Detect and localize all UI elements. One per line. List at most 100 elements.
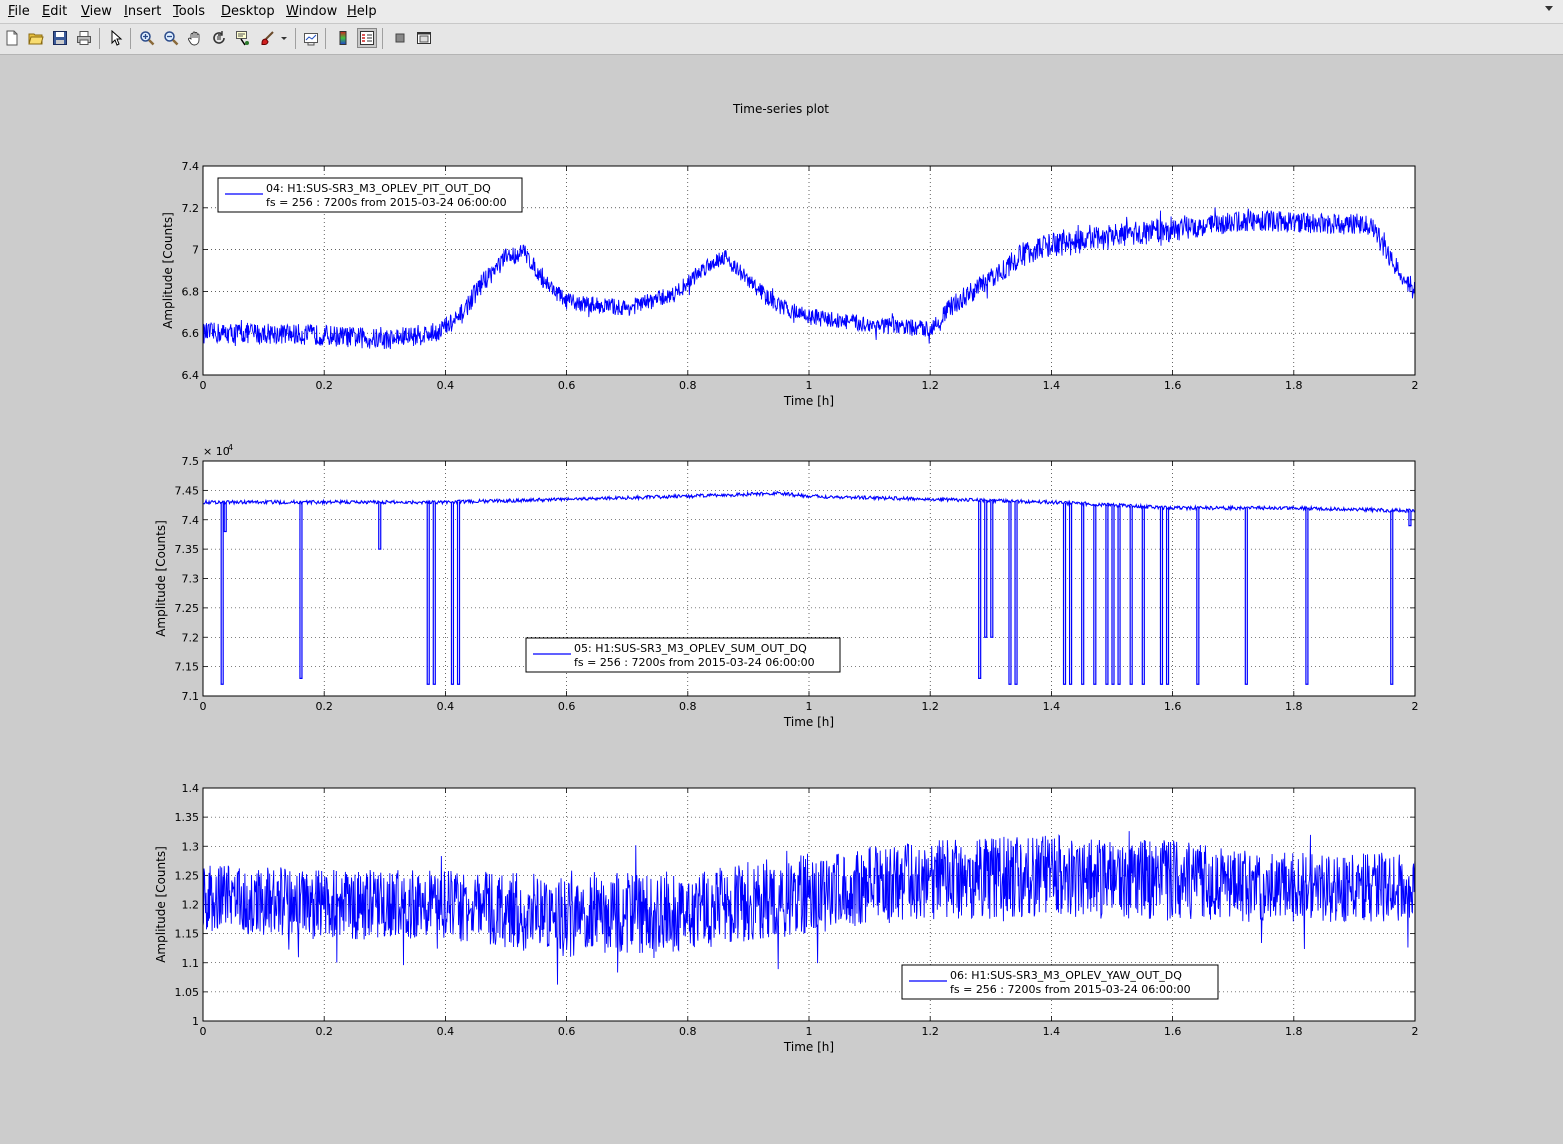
x-tick-label: 2 <box>1412 379 1419 392</box>
pan-hand-icon[interactable] <box>185 28 205 48</box>
menu-edit[interactable]: Edit <box>42 4 67 19</box>
y-axis-exponent: × 10 <box>203 445 230 458</box>
new-figure-icon[interactable] <box>2 28 22 48</box>
x-tick-label: 0 <box>200 379 207 392</box>
save-figure-icon[interactable] <box>50 28 70 48</box>
x-axis-label: Time [h] <box>783 1040 834 1054</box>
toolbar-separator <box>99 28 100 49</box>
x-tick-label: 0 <box>200 1025 207 1038</box>
y-tick-label: 7.3 <box>182 573 200 586</box>
toolbar-separator <box>295 28 296 49</box>
x-tick-label: 0.6 <box>558 379 576 392</box>
x-tick-label: 1 <box>806 1025 813 1038</box>
toolbar-separator <box>382 28 383 49</box>
y-tick-label: 7.25 <box>175 602 200 615</box>
menu-file-rest: ile <box>14 4 30 19</box>
axes-2[interactable]: 0 0.2 0.4 0.6 0.8 1 1.2 1.4 1.6 1.8 2 7.1 7.15 7.2 7.2… <box>154 443 1419 729</box>
y-tick-label: 1.3 <box>182 840 200 853</box>
x-tick-label: 1.8 <box>1285 700 1303 713</box>
menu-view[interactable]: View <box>81 4 112 19</box>
insert-colorbar-icon[interactable] <box>333 28 353 48</box>
zoom-in-icon[interactable] <box>137 28 157 48</box>
x-tick-label: 1 <box>806 700 813 713</box>
zoom-out-icon[interactable] <box>161 28 181 48</box>
figure-title: Time-series plot <box>732 102 829 116</box>
y-tick-label: 7.5 <box>182 455 200 468</box>
axes-3[interactable]: 0 0.2 0.4 0.6 0.8 1 1.2 1.4 1.6 1.8 2 1 1.05 1.1 1.15 1… <box>154 782 1419 1054</box>
y-tick-label: 1.4 <box>182 782 200 795</box>
link-plot-icon[interactable] <box>301 28 321 48</box>
x-tick-label: 2 <box>1412 700 1419 713</box>
menu-help[interactable]: Help <box>347 4 377 19</box>
show-plot-tools-icon[interactable] <box>414 28 434 48</box>
brush-icon[interactable] <box>257 28 277 48</box>
data-cursor-icon[interactable] <box>233 28 253 48</box>
toolbar-separator <box>130 28 131 49</box>
legend-channel-label: 05: H1:SUS-SR3_M3_OPLEV_SUM_OUT_DQ <box>574 642 807 655</box>
x-tick-label: 1.4 <box>1043 700 1061 713</box>
y-axis-label: Amplitude [Counts] <box>161 212 175 329</box>
y-tick-label: 7.45 <box>175 484 200 497</box>
figure-svg: Time-series plot 0 0.2 0.4 0.6 0.8 1 1.2 1.4 1.6… <box>154 102 1419 1054</box>
legend-channel-label: 04: H1:SUS-SR3_M3_OPLEV_PIT_OUT_DQ <box>266 182 491 195</box>
menu-desktop[interactable]: Desktop <box>221 4 275 19</box>
x-tick-label: 1.2 <box>921 700 939 713</box>
rotate-3d-icon[interactable] <box>209 28 229 48</box>
x-tick-label: 0.2 <box>315 379 333 392</box>
x-tick-label: 1.2 <box>921 379 939 392</box>
x-tick-label: 0.8 <box>679 700 697 713</box>
y-tick-label: 1.25 <box>175 869 200 882</box>
edit-plot-arrow-icon[interactable] <box>106 28 126 48</box>
legend-info-label: fs = 256 : 7200s from 2015-03-24 06:00:0… <box>950 983 1191 996</box>
legend-channel-label: 06: H1:SUS-SR3_M3_OPLEV_YAW_OUT_DQ <box>950 969 1182 982</box>
y-tick-label: 7.35 <box>175 543 200 556</box>
y-tick-label: 1.15 <box>175 928 200 941</box>
x-tick-label: 0.8 <box>679 379 697 392</box>
figure-canvas: Time-series plot 0 0.2 0.4 0.6 0.8 1 1.2 1.4 1.6… <box>0 55 1563 1140</box>
print-figure-icon[interactable] <box>74 28 94 48</box>
x-tick-label: 1.8 <box>1285 1025 1303 1038</box>
legend[interactable]: 05: H1:SUS-SR3_M3_OPLEV_SUM_OUT_DQfs = 2… <box>525 637 841 673</box>
y-tick-label: 7.4 <box>182 160 200 173</box>
x-tick-label: 0.8 <box>679 1025 697 1038</box>
menu-window[interactable]: Window <box>286 4 337 19</box>
y-tick-label: 6.4 <box>182 369 200 382</box>
x-tick-label: 1.2 <box>921 1025 939 1038</box>
y-tick-label: 6.6 <box>182 327 200 340</box>
toolbar-separator <box>325 28 326 49</box>
legend[interactable]: 04: H1:SUS-SR3_M3_OPLEV_PIT_OUT_DQfs = 2… <box>217 177 523 213</box>
menu-tools[interactable]: Tools <box>173 4 205 19</box>
open-file-icon[interactable] <box>26 28 46 48</box>
window-dock-arrow-icon[interactable] <box>1545 6 1553 11</box>
y-tick-label: 1.05 <box>175 986 200 999</box>
x-tick-label: 1.6 <box>1164 700 1182 713</box>
y-tick-label: 7.2 <box>182 202 200 215</box>
hide-plot-tools-icon[interactable] <box>390 28 410 48</box>
legend[interactable]: 06: H1:SUS-SR3_M3_OPLEV_YAW_OUT_DQfs = 2… <box>901 964 1219 1000</box>
y-tick-label: 1.2 <box>182 899 200 912</box>
legend-info-label: fs = 256 : 7200s from 2015-03-24 06:00:0… <box>574 656 815 669</box>
y-tick-label: 1 <box>192 1015 199 1028</box>
x-tick-label: 0.2 <box>315 1025 333 1038</box>
y-tick-label: 7.15 <box>175 661 200 674</box>
x-tick-label: 0.4 <box>437 379 455 392</box>
x-tick-label: 1 <box>806 379 813 392</box>
x-axis-label: Time [h] <box>783 394 834 408</box>
insert-legend-icon[interactable] <box>357 28 377 48</box>
x-tick-label: 0.4 <box>437 1025 455 1038</box>
menu-insert[interactable]: Insert <box>124 4 161 19</box>
x-tick-label: 1.4 <box>1043 1025 1061 1038</box>
x-tick-label: 1.8 <box>1285 379 1303 392</box>
menu-bar: File Edit View Insert Tools Desktop Wind… <box>0 0 1563 24</box>
x-tick-label: 0.4 <box>437 700 455 713</box>
y-tick-label: 7 <box>192 244 199 257</box>
axes-1[interactable]: 0 0.2 0.4 0.6 0.8 1 1.2 1.4 1.6 1.8 2 6.4 6.6 6.8 7 7.2… <box>161 160 1419 408</box>
brush-dropdown-icon[interactable] <box>278 28 290 48</box>
x-tick-label: 1.6 <box>1164 1025 1182 1038</box>
menu-file[interactable]: File <box>8 4 30 19</box>
x-tick-label: 0.6 <box>558 700 576 713</box>
x-tick-label: 0.2 <box>315 700 333 713</box>
x-tick-label: 0 <box>200 700 207 713</box>
y-tick-label: 7.2 <box>182 631 200 644</box>
x-tick-label: 2 <box>1412 1025 1419 1038</box>
